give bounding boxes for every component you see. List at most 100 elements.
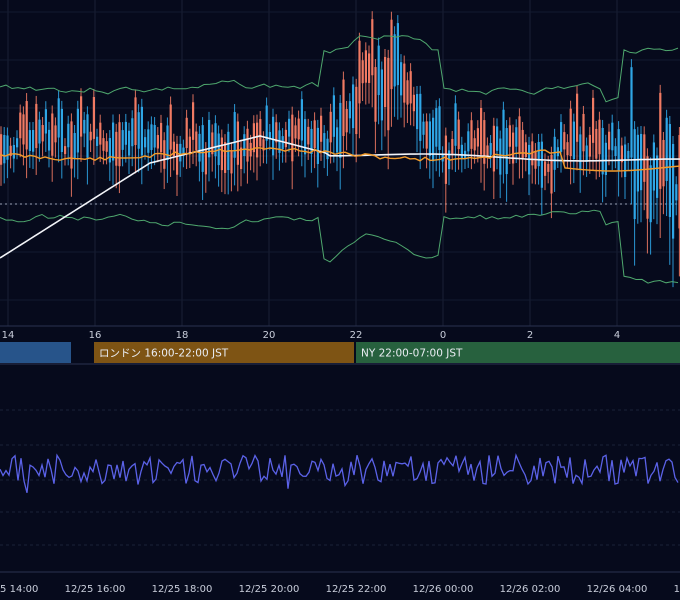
candle-body xyxy=(492,125,495,172)
candle-body xyxy=(374,67,377,122)
candle-body xyxy=(540,141,543,188)
candle-body xyxy=(60,108,63,153)
candle-body xyxy=(345,108,348,133)
candle-body xyxy=(643,134,646,182)
candle-body xyxy=(108,138,111,163)
candle-body xyxy=(387,57,390,131)
session-label: ロンドン 16:00-22:00 JST xyxy=(99,348,229,360)
candle-body xyxy=(598,119,601,155)
candle-body xyxy=(608,131,611,150)
candle-body xyxy=(176,143,179,175)
oscillator-x-tick-label: 12/26 00:00 xyxy=(413,584,474,595)
candle-body xyxy=(547,163,550,172)
candle-body xyxy=(348,101,351,119)
candle-body xyxy=(384,56,387,108)
candle-body xyxy=(636,134,639,192)
candle-body xyxy=(124,121,127,145)
candle-body xyxy=(329,111,332,143)
candle-body xyxy=(256,122,259,158)
price-x-tick-label: 20 xyxy=(263,330,276,341)
candle-body xyxy=(588,134,591,157)
candle-body xyxy=(460,144,463,159)
candle-body xyxy=(496,126,499,151)
candle-body xyxy=(272,116,275,156)
candle-body xyxy=(89,131,92,141)
candle-body xyxy=(220,137,223,171)
candle-body xyxy=(121,130,124,150)
chart-canvas: 14161820220246 ロンドン 16:00-22:00 JSTNY 22… xyxy=(0,0,680,595)
oscillator-line xyxy=(0,453,679,493)
candle-body xyxy=(92,97,95,139)
candle-body xyxy=(22,114,25,145)
candle-body xyxy=(304,119,307,155)
candle-body xyxy=(390,19,393,90)
candle-body xyxy=(140,106,143,156)
candle-body xyxy=(118,122,121,167)
candle-body xyxy=(230,150,233,174)
candle-body xyxy=(515,127,518,147)
candle-body xyxy=(99,122,102,145)
candle-body xyxy=(54,125,57,143)
session-block xyxy=(0,342,71,363)
candle-body xyxy=(86,114,89,158)
candle-body xyxy=(601,127,604,175)
price-x-tick-label: 0 xyxy=(440,330,446,341)
candle-body xyxy=(342,79,345,137)
candle-body xyxy=(150,124,153,151)
candle-body xyxy=(355,86,358,135)
candle-body xyxy=(35,103,38,149)
candle-body xyxy=(32,129,35,152)
candle-body xyxy=(422,121,425,135)
oscillator-x-tick-label: 12/26 04:00 xyxy=(587,584,648,595)
candle-body xyxy=(560,122,563,152)
candle-body xyxy=(451,138,454,155)
candle-body xyxy=(192,102,195,140)
candle-body xyxy=(396,23,399,86)
candle-body xyxy=(265,105,268,141)
candle-body xyxy=(112,122,115,161)
candle-body xyxy=(96,136,99,146)
candle-body xyxy=(572,121,575,160)
candle-body xyxy=(284,129,287,148)
candle-body xyxy=(28,130,31,151)
candle-body xyxy=(361,60,364,84)
candle-body xyxy=(313,120,316,149)
candle-body xyxy=(144,137,147,148)
candle-body xyxy=(224,142,227,173)
candle-body xyxy=(201,125,204,172)
price-x-tick-label: 16 xyxy=(89,330,102,341)
candle-body xyxy=(147,129,150,153)
candle-body xyxy=(169,104,172,150)
candle-body xyxy=(646,156,649,219)
candle-body xyxy=(358,40,361,104)
candle-body xyxy=(454,103,457,146)
candle-body xyxy=(323,133,326,152)
candle-body xyxy=(675,184,678,201)
candle-body xyxy=(473,138,476,151)
price-x-tick-label: 18 xyxy=(176,330,189,341)
candle-body xyxy=(160,122,163,153)
candle-body xyxy=(3,135,6,164)
candle-body xyxy=(51,113,54,156)
candle-body xyxy=(656,155,659,198)
candle-body xyxy=(339,102,342,158)
candle-body xyxy=(16,138,19,148)
candle-body xyxy=(137,112,140,149)
candle-body xyxy=(467,131,470,152)
candle-body xyxy=(131,118,134,147)
candle-body xyxy=(364,50,367,83)
candle-body xyxy=(188,136,191,154)
oscillator-x-tick-label: 12/25 18:00 xyxy=(152,584,213,595)
candle-body xyxy=(585,145,588,162)
candle-body xyxy=(486,145,489,156)
candle-body xyxy=(185,117,188,149)
candle-body xyxy=(524,142,527,158)
candle-body xyxy=(204,150,207,175)
candle-body xyxy=(294,125,297,139)
candle-body xyxy=(76,108,79,153)
candle-body xyxy=(505,128,508,175)
candle-body xyxy=(102,138,105,151)
candle-body xyxy=(435,108,438,147)
candle-body xyxy=(409,71,412,104)
candle-body xyxy=(316,127,319,164)
